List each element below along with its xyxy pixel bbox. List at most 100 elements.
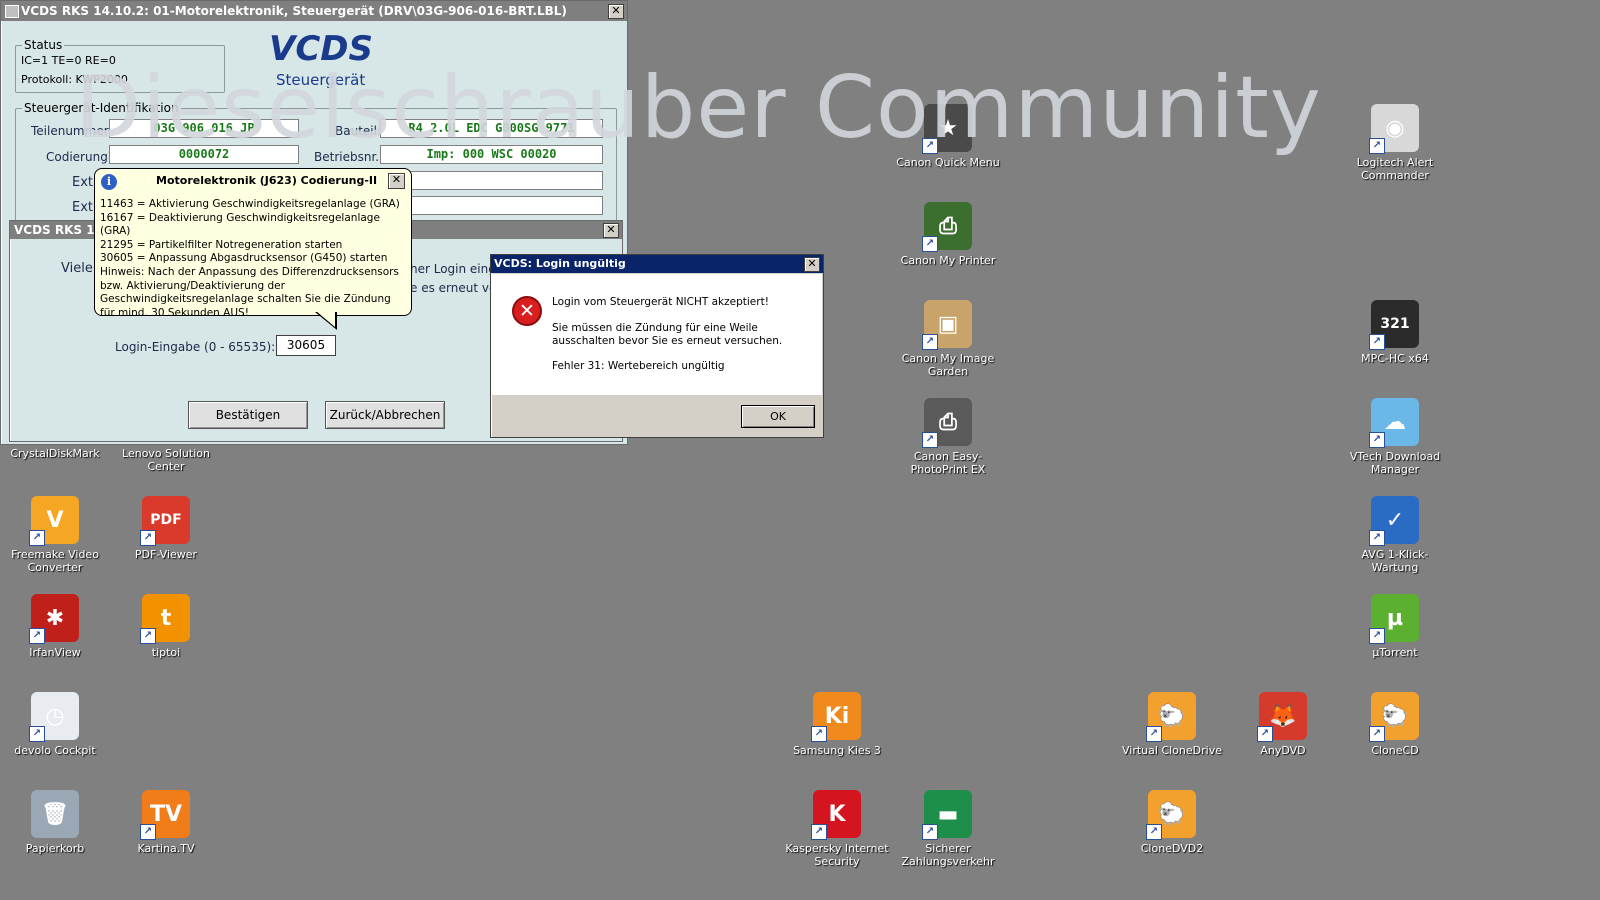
shortcut-arrow-icon: ↗ [1146, 824, 1162, 840]
kaspersky-internet-security-icon: K ↗ [811, 790, 861, 840]
canon-my-printer-icon: ⎙ ↗ [922, 202, 972, 252]
error-line-1: Login vom Steuergerät NICHT akzeptiert! [552, 296, 769, 308]
desktop-icon-freemake-video-converter[interactable]: V ↗ Freemake Video Converter [0, 496, 110, 574]
desktop-icon-canon-my-printer[interactable]: ⎙ ↗ Canon My Printer [893, 202, 1003, 267]
error-line-2: Sie müssen die Zündung für eine Weile au… [552, 322, 783, 347]
ext-label-1: Ext [72, 175, 94, 190]
desktop-icon-anydvd[interactable]: 🦊 ↗ AnyDVD [1228, 692, 1338, 757]
desktop-icon-label: Logitech Alert Commander [1356, 156, 1434, 182]
desktop-icon-pdf-viewer[interactable]: PDF ↗ PDF-Viewer [111, 496, 221, 561]
ok-button[interactable]: OK [741, 405, 815, 428]
desktop-icon-label: VTech Download Manager [1349, 450, 1441, 476]
login-text-right-1: her Login eing [410, 262, 496, 276]
shortcut-arrow-icon: ↗ [1369, 726, 1385, 742]
desktop-icon-lenovo-solution-center[interactable]: Lenovo Solution Center [111, 447, 221, 473]
canon-my-image-garden-icon: ▣ ↗ [922, 300, 972, 350]
close-icon[interactable]: ✕ [608, 4, 624, 19]
shortcut-arrow-icon: ↗ [140, 530, 156, 546]
clonecd-icon: 🐑 ↗ [1369, 692, 1419, 742]
login-input[interactable]: 30605 [276, 335, 336, 356]
desktop-icon-crystaldiskmark[interactable]: CrystalDiskMark [0, 447, 110, 460]
mpc-hc-x64-icon: 321 ↗ [1369, 300, 1419, 350]
desktop-icon-avg-1-klick-wartung[interactable]: ✓ ↗ AVG 1-Klick-Wartung [1340, 496, 1450, 574]
betriebsnr-label: Betriebsnr.: [314, 150, 384, 164]
shortcut-arrow-icon: ↗ [922, 432, 938, 448]
sicherer-zahlungsverkehr-icon: ▬ ↗ [922, 790, 972, 840]
logitech-alert-commander-icon: ◉ ↗ [1369, 104, 1419, 154]
bauteil-label: Bauteil: [335, 124, 381, 138]
desktop-icon-label: Kartina.TV [137, 842, 195, 855]
desktop-icon-mpc-hc-x64[interactable]: 321 ↗ MPC-HC x64 [1340, 300, 1450, 365]
tooltip-code-line: 30605 = Anpassung Abgasdrucksensor (G450… [100, 252, 388, 265]
shortcut-arrow-icon: ↗ [29, 726, 45, 742]
desktop-icon-clonedvd2[interactable]: 🐑 ↗ CloneDVD2 [1117, 790, 1227, 855]
status-legend: Status [22, 38, 65, 52]
desktop-icon-label: AnyDVD [1260, 744, 1306, 757]
desktop-icon-canon-quick-menu[interactable]: ★ ↗ Canon Quick Menu [893, 104, 1003, 169]
error-close-icon[interactable]: ✕ [804, 257, 820, 272]
desktop-icon-logitech-alert-commander[interactable]: ◉ ↗ Logitech Alert Commander [1340, 104, 1450, 182]
desktop-icon-papierkorb[interactable]: 🗑 Papierkorb [0, 790, 110, 855]
papierkorb-icon: 🗑 [31, 790, 79, 838]
tooltip-close-icon[interactable]: ✕ [388, 173, 405, 189]
desktop-icon-label: MPC-HC x64 [1361, 352, 1429, 365]
error-dialog-titlebar[interactable]: VCDS: Login ungültig ✕ [491, 255, 823, 273]
tiptoi-icon: t ↗ [140, 594, 190, 644]
desktop-icon-devolo-cockpit[interactable]: ◷ ↗ devolo Cockpit [0, 692, 110, 757]
desktop-icon-label: Sicherer Zahlungsverkehr [901, 842, 995, 868]
tooltip-code-line: 21295 = Partikelfilter Notregeneration s… [100, 238, 343, 251]
confirm-button[interactable]: Bestätigen [188, 401, 308, 429]
status-line-1: IC=1 TE=0 RE=0 [21, 54, 116, 67]
login-close-icon[interactable]: ✕ [603, 223, 619, 238]
desktop-icon-label: Virtual CloneDrive [1122, 744, 1222, 757]
kartina-tv-icon: TV ↗ [140, 790, 190, 840]
login-input-label: Login-Eingabe (0 - 65535): [115, 340, 276, 354]
shortcut-arrow-icon: ↗ [29, 628, 45, 644]
desktop-icon-label: Canon Easy-PhotoPrint EX [910, 450, 986, 476]
shortcut-arrow-icon: ↗ [1369, 530, 1385, 546]
desktop-icon-torrent[interactable]: µ ↗ µTorrent [1340, 594, 1450, 659]
betriebsnr-field[interactable]: Imp: 000 WSC 00020 [380, 145, 603, 164]
error-dialog-body: ✕ Login vom Steuergerät NICHT akzeptiert… [492, 274, 822, 395]
desktop-icon-sicherer-zahlungsverkehr[interactable]: ▬ ↗ Sicherer Zahlungsverkehr [893, 790, 1003, 868]
desktop-icon-label: µTorrent [1372, 646, 1418, 659]
desktop-icon-vtech-download-manager[interactable]: ☁ ↗ VTech Download Manager [1340, 398, 1450, 476]
shortcut-arrow-icon: ↗ [922, 138, 938, 154]
tooltip-code-line: 16167 = Deaktivierung Geschwindigkeitsre… [100, 211, 380, 238]
logo-subtitle: Steuergerät [276, 71, 366, 89]
login-error-dialog: VCDS: Login ungültig ✕ ✕ Login vom Steue… [490, 254, 824, 438]
bauteil-field[interactable]: R4 2.0L EDC G000SG 9771 [380, 119, 603, 138]
desktop-icon-canon-easy-photoprint-ex[interactable]: ⎙ ↗ Canon Easy-PhotoPrint EX [893, 398, 1003, 476]
shortcut-arrow-icon: ↗ [1369, 628, 1385, 644]
back-cancel-button[interactable]: Zurück/Abbrechen [325, 401, 445, 429]
ext-field-1[interactable] [380, 171, 603, 190]
desktop-icon-label: Freemake Video Converter [11, 548, 99, 574]
desktop-icon-samsung-kies-3[interactable]: Ki ↗ Samsung Kies 3 [782, 692, 892, 757]
ident-legend: Steuergerät-Identifikation [22, 101, 181, 115]
shortcut-arrow-icon: ↗ [1369, 138, 1385, 154]
desktop-icon-kartina-tv[interactable]: TV ↗ Kartina.TV [111, 790, 221, 855]
desktop-icon-label: CrystalDiskMark [10, 447, 100, 460]
teilenummer-field[interactable]: 03G 906 016 JP [109, 119, 299, 138]
desktop-icon-kaspersky-internet-security[interactable]: K ↗ Kaspersky Internet Security [782, 790, 892, 868]
login-text-left: Viele [61, 261, 93, 276]
desktop-icon-label: devolo Cockpit [14, 744, 96, 757]
desktop-icon-irfanview[interactable]: ✱ ↗ IrfanView [0, 594, 110, 659]
desktop-icon-virtual-clonedrive[interactable]: 🐑 ↗ Virtual CloneDrive [1117, 692, 1227, 757]
codierung-field[interactable]: 0000072 [109, 145, 299, 164]
coding-tooltip: i Motorelektronik (J623) Codierung-II ✕ … [94, 168, 412, 319]
error-icon: ✕ [512, 296, 542, 326]
tooltip-code-list: 11463 = Aktivierung Geschwindigkeitsrege… [100, 198, 406, 266]
shortcut-arrow-icon: ↗ [1146, 726, 1162, 742]
desktop-icon-clonecd[interactable]: 🐑 ↗ CloneCD [1340, 692, 1450, 757]
desktop-icon-canon-my-image-garden[interactable]: ▣ ↗ Canon My Image Garden [893, 300, 1003, 378]
main-window-titlebar[interactable]: VCDS RKS 14.10.2: 01-Motorelektronik, St… [1, 1, 627, 21]
ext-field-2[interactable] [380, 196, 603, 215]
desktop-icon-tiptoi[interactable]: t ↗ tiptoi [111, 594, 221, 659]
tooltip-title: Motorelektronik (J623) Codierung-II [156, 174, 378, 187]
codierung-label: Codierung: [46, 150, 112, 164]
vtech-download-manager-icon: ☁ ↗ [1369, 398, 1419, 448]
tooltip-hint: Hinweis: Nach der Anpassung des Differen… [100, 266, 399, 319]
status-group: Status IC=1 TE=0 RE=0 Protokoll: KWP2000 [15, 38, 225, 93]
pdf-viewer-icon: PDF ↗ [140, 496, 190, 546]
